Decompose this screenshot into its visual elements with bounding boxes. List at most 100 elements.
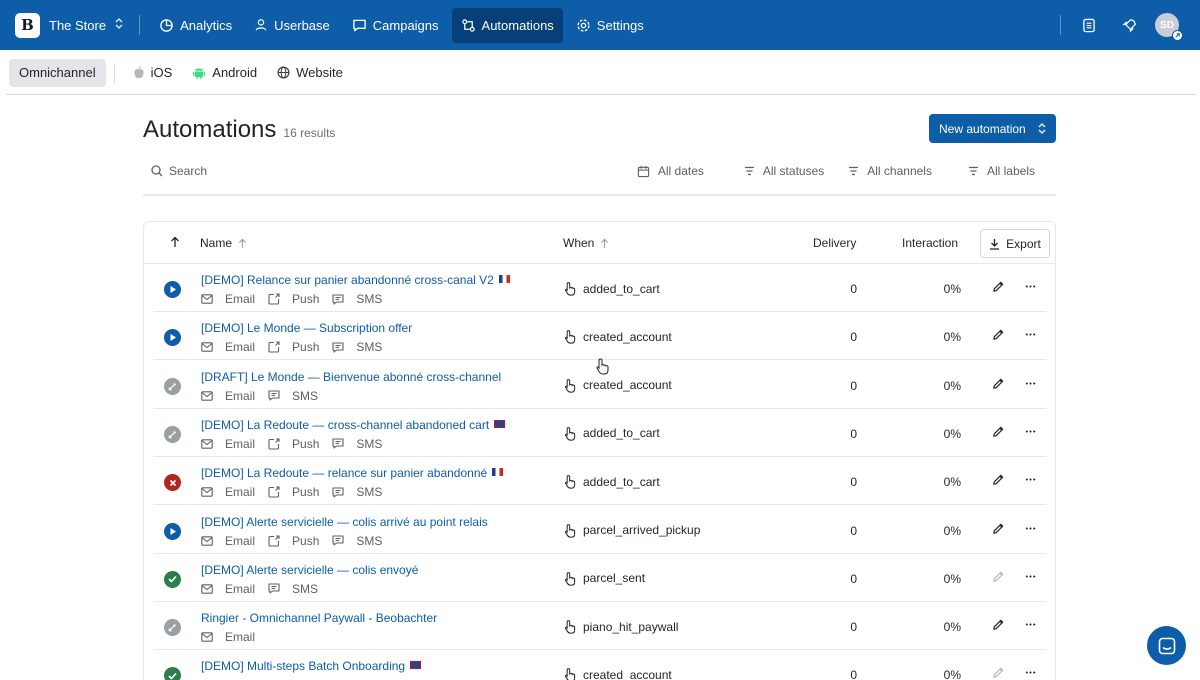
automation-name-link[interactable]: [DRAFT] Le Monde — Bienvenue abonné cros… <box>201 370 501 384</box>
more-actions-button[interactable] <box>1024 666 1037 680</box>
column-header-name[interactable]: Name <box>200 236 247 250</box>
pencil-icon <box>993 378 1004 389</box>
filter-statuses[interactable]: All statuses <box>744 164 824 178</box>
hand-pointer-icon <box>564 330 576 344</box>
interaction-value: 0% <box>943 330 961 345</box>
edit-button[interactable] <box>992 666 1005 680</box>
table-row[interactable]: [DEMO] Alerte servicielle — colis arrivé… <box>154 506 1046 554</box>
sort-status-button[interactable] <box>170 236 180 248</box>
more-actions-button[interactable] <box>1024 473 1037 489</box>
pencil-icon <box>993 523 1004 534</box>
automation-name-link[interactable]: [DEMO] Multi-steps Batch Onboarding <box>201 659 422 673</box>
nav-item-analytics[interactable]: Analytics <box>150 8 241 43</box>
export-button[interactable]: Export <box>980 229 1050 258</box>
pencil-icon <box>993 668 1004 679</box>
automation-name: [DEMO] Alerte servicielle — colis envoyé <box>201 562 419 577</box>
edit-button[interactable] <box>992 473 1005 489</box>
tab-android[interactable]: Android <box>182 59 267 87</box>
table-row[interactable]: [DEMO] Multi-steps Batch Onboarding creat… <box>154 650 1046 680</box>
chat-bubble-icon <box>1158 637 1175 654</box>
more-horizontal-icon <box>1025 623 1036 626</box>
search-input[interactable]: Search <box>143 164 637 178</box>
edit-button[interactable] <box>992 280 1005 296</box>
edit-button[interactable] <box>992 570 1005 586</box>
status-draft-icon <box>164 377 181 395</box>
app-switcher[interactable]: B The Store <box>15 0 123 50</box>
apple-icon <box>133 66 144 79</box>
table-row[interactable]: [DEMO] La Redoute — cross-channel abando… <box>154 409 1046 457</box>
table-row[interactable]: [DEMO] La Redoute — relance sur panier a… <box>154 457 1046 506</box>
nav-item-settings[interactable]: Settings <box>567 8 653 43</box>
edit-button[interactable] <box>992 377 1005 393</box>
push-icon <box>268 438 286 450</box>
more-actions-button[interactable] <box>1024 377 1037 393</box>
more-actions-button[interactable] <box>1024 425 1037 441</box>
tab-ios[interactable]: iOS <box>123 59 183 87</box>
page-title: Automations <box>143 116 277 143</box>
automation-name: [DEMO] Alerte servicielle — colis arrivé… <box>201 514 488 529</box>
automation-name-link[interactable]: Ringier - Omnichannel Paywall - Beobacht… <box>201 611 437 625</box>
channel-sms: SMS <box>268 389 318 403</box>
download-icon <box>990 238 1000 250</box>
whats-new-button[interactable] <box>1115 11 1143 39</box>
channel-label: Email <box>225 485 256 500</box>
more-actions-button[interactable] <box>1024 618 1037 634</box>
documentation-button[interactable] <box>1075 11 1103 39</box>
search-icon <box>151 165 163 177</box>
new-automation-button[interactable]: New automation <box>929 114 1056 143</box>
table-row[interactable]: [DEMO] Alerte servicielle — colis envoyé… <box>154 554 1046 602</box>
edit-button[interactable] <box>992 618 1005 634</box>
status-draft-icon <box>164 425 181 443</box>
status-done-icon <box>164 570 181 588</box>
nav-item-label: Settings <box>596 17 644 33</box>
edit-button[interactable] <box>992 425 1005 441</box>
edit-button[interactable] <box>992 328 1005 344</box>
pencil-icon <box>993 619 1004 630</box>
more-actions-button[interactable] <box>1024 570 1037 586</box>
automation-name-link[interactable]: [DEMO] Alerte servicielle — colis arrivé… <box>201 515 488 529</box>
support-chat-button[interactable] <box>1147 626 1186 665</box>
automation-name-link[interactable]: [DEMO] Le Monde — Subscription offer <box>201 321 412 335</box>
tab-omnichannel[interactable]: Omnichannel <box>9 58 106 87</box>
user-avatar[interactable]: SD <box>1155 13 1183 41</box>
filter-labels[interactable]: All labels <box>968 164 1035 178</box>
tab-label: iOS <box>150 65 173 80</box>
delivery-value: 0 <box>850 475 857 490</box>
filter-dates[interactable]: All dates <box>637 164 704 178</box>
column-header-when[interactable]: When <box>563 236 609 250</box>
header-label: Interaction <box>902 236 959 250</box>
filter-icon <box>849 166 859 176</box>
message-square-icon <box>352 19 366 31</box>
flag-fr-icon <box>498 275 510 283</box>
delivery-value: 0 <box>850 620 857 635</box>
tab-website[interactable]: Website <box>267 59 353 87</box>
automation-name-link[interactable]: [DEMO] Relance sur panier abandonné cros… <box>201 273 510 287</box>
nav-item-automations[interactable]: Automations <box>451 7 563 43</box>
trigger-label: added_to_cart <box>583 426 660 441</box>
table-row[interactable]: Ringier - Omnichannel Paywall - Beobacht… <box>154 602 1046 651</box>
nav-item-campaigns[interactable]: Campaigns <box>343 8 448 43</box>
automation-name: Ringier - Omnichannel Paywall - Beobacht… <box>201 611 438 626</box>
nav-item-userbase[interactable]: Userbase <box>245 8 339 43</box>
delivery-value: 0 <box>850 426 857 441</box>
table-row[interactable]: [DEMO] Le Monde — Subscription offer Emai… <box>154 312 1046 361</box>
more-actions-button[interactable] <box>1024 280 1037 296</box>
trigger-event: created_account <box>564 378 672 393</box>
automation-name-link[interactable]: [DEMO] La Redoute — cross-channel abando… <box>201 418 506 432</box>
filter-bar: Search All dates All statuses All channe… <box>143 156 1056 186</box>
trigger-label: created_account <box>583 329 672 344</box>
automations-table: Name When Delivery Interaction Export [D… <box>143 221 1056 680</box>
trigger-label: added_to_cart <box>583 474 660 489</box>
more-actions-button[interactable] <box>1024 522 1037 538</box>
channel-label: SMS <box>356 485 383 500</box>
table-row[interactable]: [DEMO] Relance sur panier abandonné cros… <box>154 264 1046 312</box>
pencil-icon <box>993 330 1004 341</box>
sms-icon <box>332 487 350 498</box>
automation-name-link[interactable]: [DEMO] Alerte servicielle — colis envoyé <box>201 563 418 577</box>
calendar-icon <box>637 165 650 177</box>
more-actions-button[interactable] <box>1024 328 1037 344</box>
automation-name-link[interactable]: [DEMO] La Redoute — relance sur panier a… <box>201 466 504 480</box>
channel-label: Email <box>225 340 256 355</box>
edit-button[interactable] <box>992 522 1005 538</box>
filter-channels[interactable]: All channels <box>848 164 932 178</box>
